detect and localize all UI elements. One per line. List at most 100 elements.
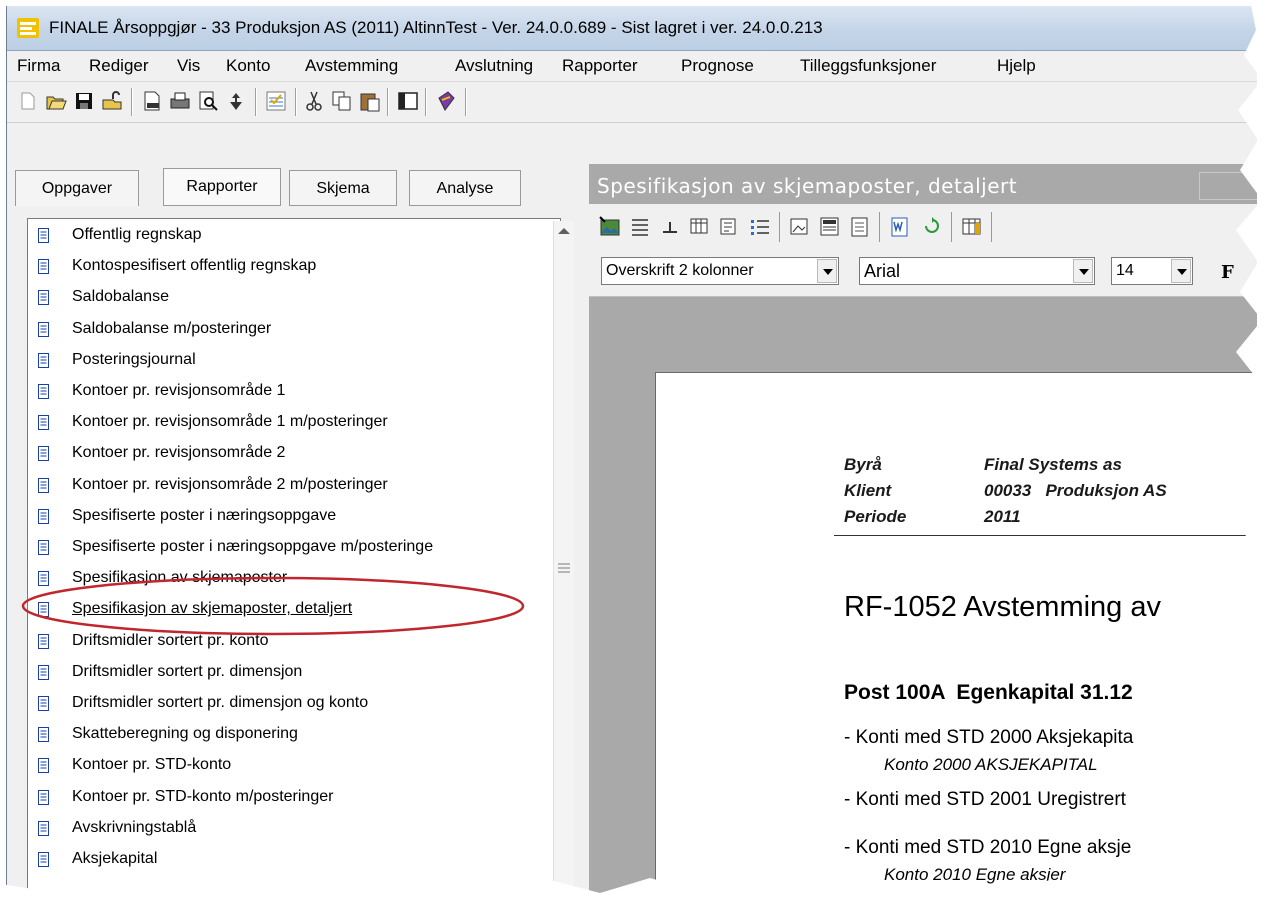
report-list-item[interactable]: Spesifiserte poster i næringsoppgave <box>28 502 554 533</box>
new-icon[interactable] <box>17 90 39 112</box>
report-list-item[interactable]: Aksjekapital <box>28 845 554 876</box>
insert-image-icon[interactable] <box>599 216 621 238</box>
checklist-icon[interactable] <box>265 90 287 112</box>
font-combo[interactable]: Arial <box>859 257 1095 285</box>
toolbar-separator <box>425 88 427 116</box>
image-edit-icon[interactable] <box>789 216 811 238</box>
report-list-item[interactable]: Kontoer pr. STD-konto <box>28 751 554 782</box>
bullets-icon[interactable] <box>749 216 771 238</box>
columns-icon[interactable] <box>961 216 983 238</box>
chevron-down-icon[interactable] <box>817 259 837 283</box>
meta-label-periode: Periode <box>844 507 907 526</box>
report-list-item[interactable]: Skatteberegning og disponering <box>28 720 554 751</box>
report-list-item-label: Spesifiserte poster i næringsoppgave <box>72 506 337 524</box>
tab-stop-icon[interactable] <box>659 216 681 238</box>
toolbar-separator <box>991 212 992 242</box>
report-icon[interactable] <box>225 90 247 112</box>
menu-konto[interactable]: Konto <box>226 56 270 76</box>
report-list-item-label: Kontoer pr. revisjonsområde 1 m/posterin… <box>72 413 388 431</box>
menu-avstemming[interactable]: Avstemming <box>305 56 398 76</box>
report-document-icon <box>38 758 49 774</box>
tab-analyse[interactable]: Analyse <box>409 170 521 206</box>
tab-rapporter[interactable]: Rapporter <box>163 168 281 206</box>
finale-app-icon <box>17 18 39 38</box>
report-list-scrollbar[interactable] <box>553 221 574 896</box>
report-view-tab-stub[interactable] <box>1199 172 1257 200</box>
report-list-item-label: Avskrivningstablå <box>72 818 197 836</box>
report-list-item[interactable]: Kontoer pr. STD-konto m/posteringer <box>28 783 554 814</box>
word-export-icon[interactable] <box>889 216 911 238</box>
style-combo[interactable]: Overskrift 2 kolonner <box>601 257 839 285</box>
menu-avslutning[interactable]: Avslutning <box>455 56 533 76</box>
meta-value-periode: 2011 <box>984 507 1021 526</box>
report-document-icon <box>38 696 49 711</box>
menu-firma[interactable]: Firma <box>17 56 60 76</box>
meta-value-byra: Final Systems as <box>984 455 1122 474</box>
print-icon[interactable] <box>169 90 191 112</box>
menu-rediger[interactable]: Rediger <box>89 56 149 76</box>
style-combo-value: Overskrift 2 kolonner <box>606 262 754 279</box>
post-line: - Konti med STD 2010 Egne aksje <box>844 837 1132 858</box>
report-document-icon <box>38 321 49 337</box>
application-window: FINALE Årsoppgjør - 33 Produksjon AS (20… <box>6 6 1257 896</box>
report-document-icon <box>38 664 49 680</box>
menu-rapporter[interactable]: Rapporter <box>562 56 638 76</box>
report-document-icon <box>38 352 49 368</box>
report-list-item[interactable]: Driftsmidler sortert pr. dimensjon <box>28 658 554 689</box>
report-list: Offentlig regnskap Kontospesifisert offen… <box>27 218 561 896</box>
refresh-icon[interactable] <box>921 216 943 238</box>
report-list-item[interactable]: Saldobalanse <box>28 283 554 314</box>
cut-icon[interactable] <box>303 90 325 112</box>
unlock-icon[interactable] <box>101 90 123 112</box>
report-list-item-label: Kontoer pr. STD-konto <box>72 756 232 774</box>
chevron-down-icon[interactable] <box>1073 259 1093 283</box>
align-icon[interactable] <box>629 216 651 238</box>
paste-icon[interactable] <box>359 90 381 112</box>
report-list-item[interactable]: Kontoer pr. revisjonsområde 1 m/posterin… <box>28 408 554 439</box>
tab-skjema[interactable]: Skjema <box>289 170 397 206</box>
book-icon[interactable] <box>435 90 457 112</box>
report-list-item-label: Kontoer pr. revisjonsområde 1 <box>72 382 286 399</box>
layout-icon[interactable] <box>819 216 841 238</box>
menu-prognose[interactable]: Prognose <box>681 56 754 76</box>
chevron-down-icon[interactable] <box>1171 259 1191 283</box>
report-list-item-label: Skatteberegning og disponering <box>72 725 298 743</box>
report-list-item[interactable]: Avskrivningstablå <box>28 814 554 845</box>
open-icon[interactable] <box>45 90 67 112</box>
print-preview-icon[interactable] <box>141 90 163 112</box>
report-list-item[interactable]: Spesifiserte poster i næringsoppgave m/p… <box>28 533 554 564</box>
size-combo[interactable]: 14 <box>1111 257 1193 285</box>
panel-icon[interactable] <box>397 90 419 112</box>
tab-oppgaver[interactable]: Oppgaver <box>15 170 139 206</box>
report-document-icon <box>38 384 49 399</box>
report-list-item[interactable]: Driftsmidler sortert pr. dimensjon og ko… <box>28 689 554 720</box>
copy-icon[interactable] <box>331 90 353 112</box>
report-list-item[interactable]: Offentlig regnskap <box>28 221 554 252</box>
report-document-icon <box>38 508 49 524</box>
table-icon[interactable] <box>689 216 711 238</box>
report-list-item[interactable]: Kontoer pr. revisjonsområde 2 <box>28 439 554 470</box>
report-list-item-label: Kontoer pr. revisjonsområde 2 m/posterin… <box>72 475 388 493</box>
size-combo-value: 14 <box>1116 262 1134 279</box>
post-heading: Post 100A Egenkapital 31.12 <box>844 681 1133 704</box>
scroll-grip-icon[interactable] <box>557 561 571 575</box>
report-list-item[interactable]: Saldobalanse m/posteringer <box>28 315 554 346</box>
report-list-item-label: Kontospesifisert offentlig regnskap <box>72 257 317 275</box>
report-list-item[interactable]: Posteringsjournal <box>28 346 554 377</box>
toolbar-separator <box>465 88 467 116</box>
scroll-up-icon[interactable] <box>558 227 570 235</box>
menu-vis[interactable]: Vis <box>177 56 200 76</box>
bold-button[interactable]: F <box>1221 262 1234 283</box>
report-list-item[interactable]: Kontospesifisert offentlig regnskap <box>28 252 554 283</box>
report-document-icon <box>38 415 49 431</box>
menu-tilleggsfunksjoner[interactable]: Tilleggsfunksjoner <box>800 56 936 76</box>
menu-hjelp[interactable]: Hjelp <box>997 56 1036 76</box>
report-heading: RF-1052 Avstemming av <box>844 591 1161 623</box>
report-list-item[interactable]: Kontoer pr. revisjonsområde 1 <box>28 377 554 408</box>
report-document-icon <box>38 477 49 493</box>
find-icon[interactable] <box>197 90 219 112</box>
list-edit-icon[interactable] <box>719 216 741 238</box>
save-icon[interactable] <box>73 90 95 112</box>
page-icon[interactable] <box>849 216 871 238</box>
report-list-item[interactable]: Kontoer pr. revisjonsområde 2 m/posterin… <box>28 471 554 502</box>
